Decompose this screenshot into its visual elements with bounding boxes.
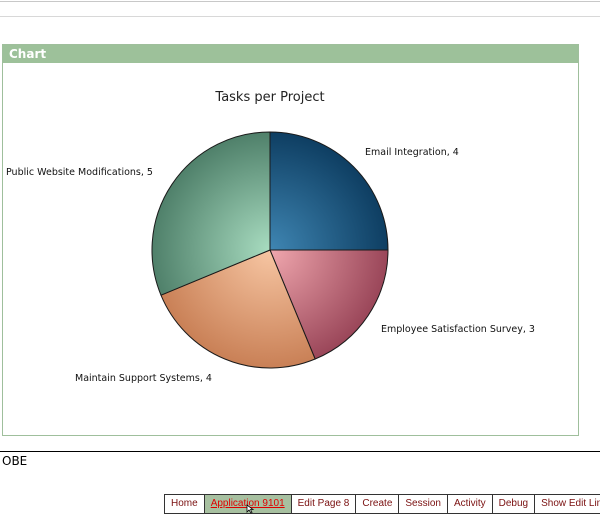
devbar-session-link[interactable]: Session [399, 495, 448, 513]
footer-text: OBE [2, 454, 28, 468]
pie-label-email-integration: Email Integration, 4 [365, 147, 459, 158]
devbar-create-link[interactable]: Create [356, 495, 400, 513]
chart-title: Tasks per Project [214, 90, 324, 105]
devbar-activity-link[interactable]: Activity [448, 495, 493, 513]
devbar-show-edit-links[interactable]: Show Edit Links [535, 495, 600, 513]
devbar-edit-page-link[interactable]: Edit Page 8 [292, 495, 357, 513]
pie-chart: Tasks per Project Email Integration, 4 E… [6, 90, 535, 384]
developer-toolbar: Home Application 9101 Edit Page 8 Create… [164, 494, 600, 514]
footer-divider [0, 451, 600, 452]
pie-label-employee-satisfaction: Employee Satisfaction Survey, 3 [381, 324, 535, 335]
devbar-home-link[interactable]: Home [165, 495, 205, 513]
pie-label-maintain-support: Maintain Support Systems, 4 [75, 373, 212, 384]
devbar-debug-link[interactable]: Debug [493, 495, 536, 513]
pie-label-public-website: Public Website Modifications, 5 [6, 167, 153, 178]
